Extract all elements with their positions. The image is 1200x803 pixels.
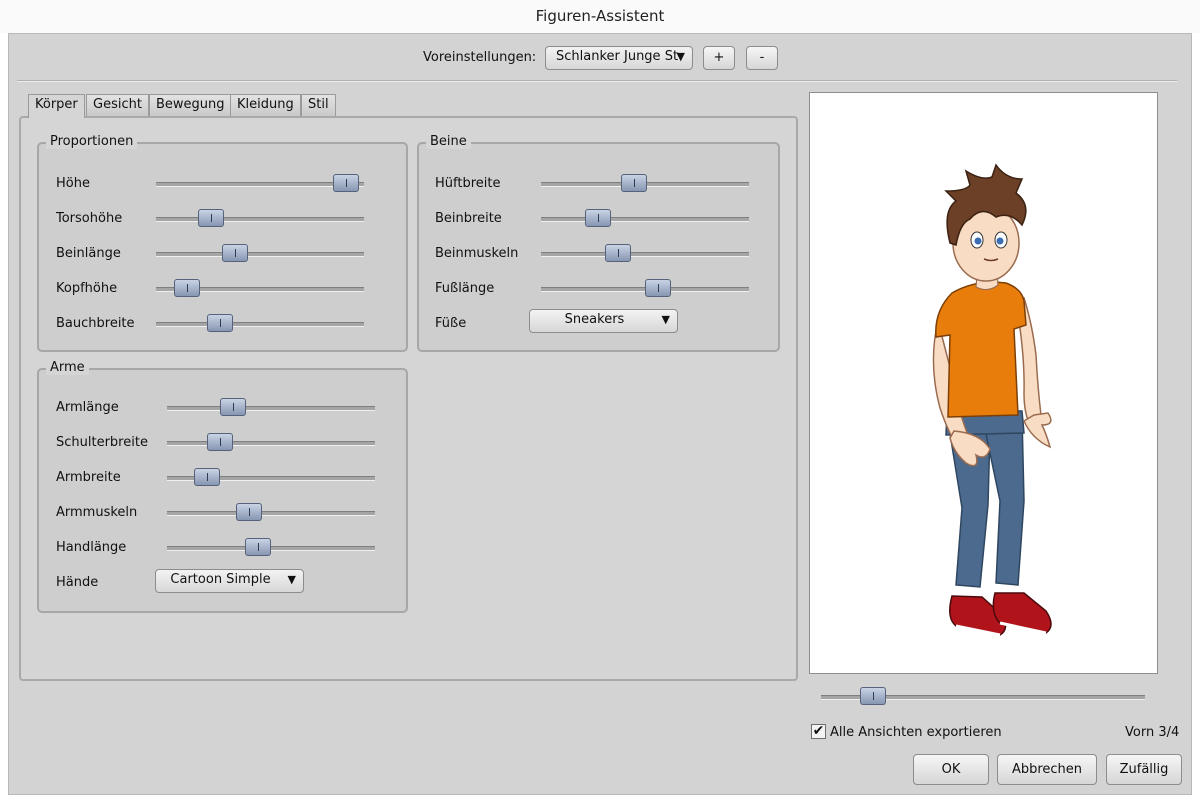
slider-track-beinlaenge[interactable]	[156, 252, 364, 257]
character-shirt	[935, 281, 1027, 418]
hands-label: Hände	[56, 575, 99, 590]
slider-thumb-armlaenge[interactable]	[219, 398, 246, 416]
character-shoes	[949, 592, 1052, 637]
export-all-label: Alle Ansichten exportieren	[830, 725, 1002, 740]
chevron-down-icon: ▼	[661, 313, 670, 326]
character-figure	[932, 163, 1052, 637]
separator	[17, 80, 1177, 82]
slider-track-bauchbreite[interactable]	[156, 322, 364, 327]
slider-label-torsohoehe: Torsohöhe	[56, 211, 123, 226]
feet-dropdown[interactable]: Sneakers ▼	[529, 309, 678, 333]
slider-thumb-torsohoehe[interactable]	[197, 209, 224, 227]
cancel-button[interactable]: Abbrechen	[997, 754, 1097, 785]
slider-label-beinlaenge: Beinlänge	[56, 246, 121, 261]
slider-label-schulterbreite: Schulterbreite	[56, 435, 148, 450]
proportionen-group: Proportionen Höhe Torsohöhe Beinlänge Ko…	[37, 134, 408, 352]
arme-title: Arme	[46, 360, 89, 375]
add-preset-button[interactable]: +	[703, 46, 735, 70]
presets-selected: Schlanker Junge St	[556, 49, 679, 64]
slider-thumb-schulterbreite[interactable]	[207, 433, 234, 451]
view-name: Vorn 3/4	[1125, 725, 1180, 740]
view-slider-thumb[interactable]	[859, 687, 886, 705]
export-all-checkbox[interactable]: ✔	[811, 724, 826, 739]
slider-thumb-armmuskeln[interactable]	[236, 503, 263, 521]
slider-track-beinbreite[interactable]	[541, 217, 749, 222]
slider-thumb-fusslaenge[interactable]	[644, 279, 671, 297]
tab-kleidung[interactable]: Kleidung	[230, 94, 301, 116]
slider-label-armmuskeln: Armmuskeln	[56, 505, 138, 520]
tab-koerper[interactable]: Körper	[28, 94, 85, 118]
arme-group: Arme Armlänge Schulterbreite Armbreite A…	[37, 360, 408, 613]
slider-track-beinmuskeln[interactable]	[541, 252, 749, 257]
slider-label-hueftbreite: Hüftbreite	[435, 176, 501, 191]
slider-thumb-beinlaenge[interactable]	[221, 244, 248, 262]
hands-selected: Cartoon Simple	[170, 572, 271, 587]
slider-label-handlaenge: Handlänge	[56, 540, 127, 555]
koerper-panel: Proportionen Höhe Torsohöhe Beinlänge Ko…	[19, 116, 798, 681]
tab-bewegung[interactable]: Bewegung	[149, 94, 232, 116]
slider-track-armlaenge[interactable]	[167, 406, 375, 411]
hands-dropdown[interactable]: Cartoon Simple ▼	[155, 569, 304, 593]
tab-gesicht[interactable]: Gesicht	[86, 94, 149, 116]
slider-label-armlaenge: Armlänge	[56, 400, 119, 415]
slider-label-beinmuskeln: Beinmuskeln	[435, 246, 519, 261]
checkmark-icon: ✔	[812, 723, 825, 739]
slider-track-schulterbreite[interactable]	[167, 441, 375, 446]
slider-thumb-bauchbreite[interactable]	[206, 314, 233, 332]
slider-track-torsohoehe[interactable]	[156, 217, 364, 222]
feet-selected: Sneakers	[564, 312, 625, 327]
presets-dropdown[interactable]: Schlanker Junge St ▼	[545, 46, 693, 70]
slider-thumb-kopfhoehe[interactable]	[174, 279, 201, 297]
beine-title: Beine	[426, 134, 471, 149]
slider-thumb-hueftbreite[interactable]	[621, 174, 648, 192]
proportionen-title: Proportionen	[46, 134, 138, 149]
slider-label-bauchbreite: Bauchbreite	[56, 316, 135, 331]
window-title: Figuren-Assistent	[0, 0, 1200, 33]
slider-track-armmuskeln[interactable]	[167, 511, 375, 516]
slider-thumb-handlaenge[interactable]	[245, 538, 272, 556]
slider-label-beinbreite: Beinbreite	[435, 211, 502, 226]
slider-label-fusslaenge: Fußlänge	[435, 281, 495, 296]
slider-label-hoehe: Höhe	[56, 176, 90, 191]
slider-label-kopfhoehe: Kopfhöhe	[56, 281, 118, 296]
slider-thumb-beinmuskeln[interactable]	[604, 244, 631, 262]
slider-thumb-hoehe[interactable]	[332, 174, 359, 192]
feet-label: Füße	[435, 316, 467, 331]
random-button[interactable]: Zufällig	[1106, 754, 1182, 785]
ok-button[interactable]: OK	[913, 754, 989, 785]
character-preview	[809, 92, 1158, 674]
chevron-down-icon: ▼	[287, 573, 296, 586]
remove-preset-button[interactable]: -	[746, 46, 778, 70]
tab-stil[interactable]: Stil	[301, 94, 336, 116]
chevron-down-icon: ▼	[676, 50, 685, 63]
slider-label-armbreite: Armbreite	[56, 470, 121, 485]
slider-thumb-armbreite[interactable]	[194, 468, 221, 486]
presets-label: Voreinstellungen:	[423, 50, 537, 65]
slider-thumb-beinbreite[interactable]	[584, 209, 611, 227]
beine-group: Beine Hüftbreite Beinbreite Beinmuskeln …	[417, 134, 780, 352]
figure-wizard-dialog: Voreinstellungen: Schlanker Junge St ▼ +…	[8, 33, 1192, 795]
